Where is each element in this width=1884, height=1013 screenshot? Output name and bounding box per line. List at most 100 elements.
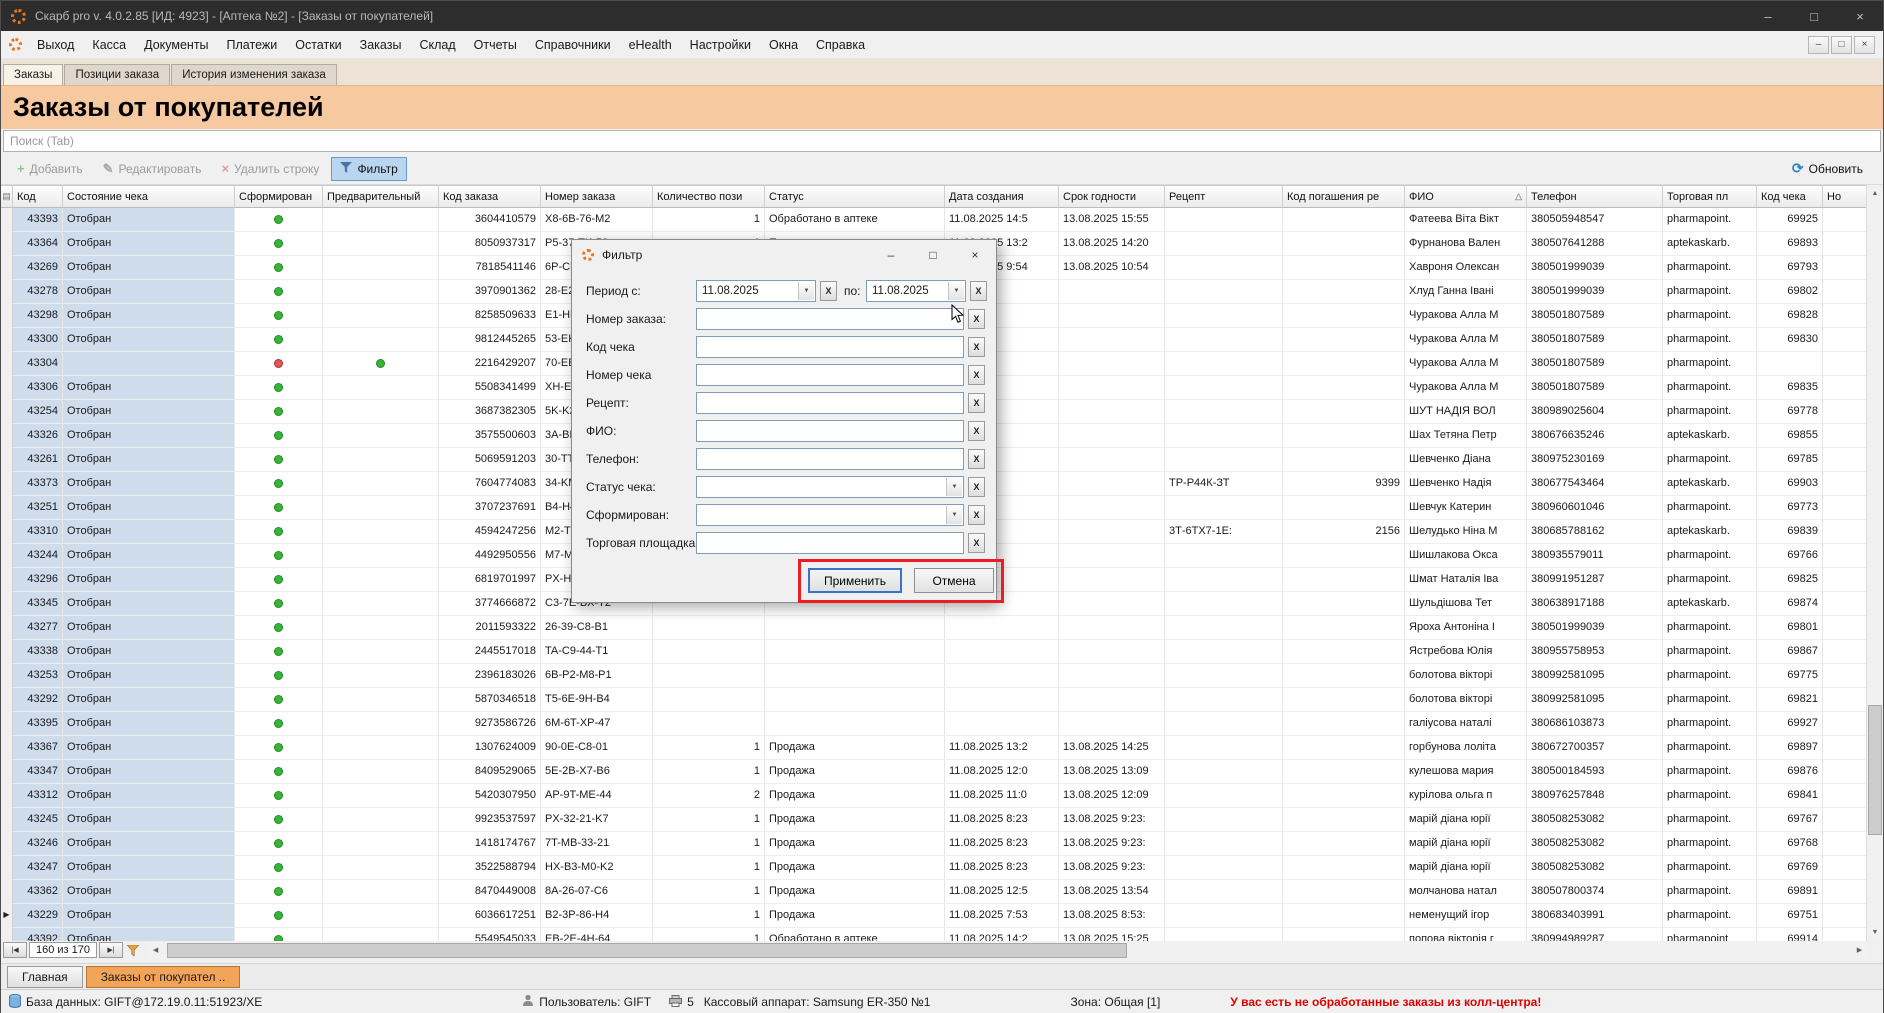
table-row[interactable]: 43312Отобран5420307950AP-9T-ME-442Продаж… (1, 784, 1868, 808)
column-header[interactable]: Торговая пл (1663, 186, 1757, 208)
column-header[interactable]: Статус (765, 186, 945, 208)
table-row[interactable]: 43292Отобран5870346518T5-6E-9H-B4болотов… (1, 688, 1868, 712)
header-corner[interactable]: ▤ (1, 186, 13, 208)
dropdown-arrow-icon[interactable]: ▼ (946, 478, 962, 496)
table-row[interactable]: 43347Отобран84095290655E-2B-X7-B61Продаж… (1, 760, 1868, 784)
clear-field-button[interactable]: X (968, 365, 985, 385)
filter-input[interactable] (696, 532, 964, 554)
column-header[interactable]: ФИО△ (1405, 186, 1527, 208)
dropdown-arrow-icon[interactable]: ▼ (948, 282, 964, 300)
horizontal-scrollbar-thumb[interactable] (167, 943, 1127, 958)
menu-item[interactable]: Справка (807, 31, 874, 59)
tab-order-positions[interactable]: Позиции заказа (64, 64, 170, 85)
vertical-scrollbar-thumb[interactable] (1868, 705, 1882, 835)
scroll-right-icon[interactable]: ▶ (1851, 942, 1868, 959)
bottom-tab-main[interactable]: Главная (7, 966, 83, 988)
last-page-button[interactable]: ▶| (99, 942, 123, 958)
period-from-input[interactable]: 11.08.2025 ▼ (696, 280, 816, 302)
column-header[interactable]: Код заказа (439, 186, 541, 208)
clear-field-button[interactable]: X (968, 477, 985, 497)
horizontal-scrollbar[interactable]: ◀ ▶ (147, 942, 1868, 959)
clear-field-button[interactable]: X (968, 421, 985, 441)
column-header[interactable]: Количество пози (653, 186, 765, 208)
tab-orders[interactable]: Заказы (3, 64, 63, 85)
column-header[interactable]: Дата создания (945, 186, 1059, 208)
table-row[interactable]: 43392Отобран5549545033EB-2E-4H-641Обрабо… (1, 928, 1868, 941)
menu-item[interactable]: Окна (760, 31, 807, 59)
column-header[interactable]: Рецепт (1165, 186, 1283, 208)
column-header[interactable]: Телефон (1527, 186, 1663, 208)
period-to-input[interactable]: 11.08.2025 ▼ (866, 280, 966, 302)
mdi-minimize-button[interactable]: – (1808, 36, 1829, 54)
filter-select[interactable]: ▼ (696, 504, 964, 526)
dropdown-arrow-icon[interactable]: ▼ (946, 506, 962, 524)
add-button[interactable]: + Добавить (9, 157, 91, 180)
filter-input[interactable] (696, 308, 964, 330)
clear-field-button[interactable]: X (968, 393, 985, 413)
column-header[interactable]: Предварительный (323, 186, 439, 208)
filter-button[interactable]: Фильтр (331, 157, 406, 181)
dropdown-arrow-icon[interactable]: ▼ (798, 282, 814, 300)
clear-field-button[interactable]: X (968, 505, 985, 525)
apply-button[interactable]: Применить (808, 568, 902, 593)
table-row[interactable]: 43362Отобран84704490088A-26-07-C61Продаж… (1, 880, 1868, 904)
column-header[interactable]: Номер заказа (541, 186, 653, 208)
refresh-button[interactable]: ⟳ Обновить (1784, 156, 1871, 181)
menu-item[interactable]: Заказы (351, 31, 411, 59)
first-page-button[interactable]: |◀ (3, 942, 27, 958)
column-header[interactable]: Но (1823, 186, 1868, 208)
maximize-button[interactable]: □ (1791, 1, 1837, 31)
menu-item[interactable]: Выход (28, 31, 83, 59)
column-header[interactable]: Код (13, 186, 63, 208)
scroll-down-icon[interactable]: ▼ (1867, 924, 1883, 941)
table-row[interactable]: 43246Отобран14181747677T-MB-33-211Продаж… (1, 832, 1868, 856)
table-row[interactable]: 43338Отобран2445517018TA-C9-44-T1Ястребо… (1, 640, 1868, 664)
menu-item[interactable]: Платежи (218, 31, 287, 59)
filter-active-icon[interactable] (127, 945, 139, 956)
table-row[interactable]: 43247Отобран3522588794HX-B3-M0-K21Продаж… (1, 856, 1868, 880)
table-row[interactable]: 43393Отобран3604410579X8-6B-76-M21Обрабо… (1, 208, 1868, 232)
column-header[interactable]: Сформирован (235, 186, 323, 208)
menu-item[interactable]: Касса (83, 31, 135, 59)
scroll-left-icon[interactable]: ◀ (147, 942, 164, 959)
cancel-button[interactable]: Отмена (914, 568, 994, 593)
vertical-scrollbar[interactable]: ▲ ▼ (1866, 185, 1883, 941)
menu-item[interactable]: Склад (410, 31, 464, 59)
menu-item[interactable]: Настройки (681, 31, 760, 59)
search-input[interactable]: Поиск (Tab) (3, 130, 1881, 152)
column-header[interactable]: Код погашения ре (1283, 186, 1405, 208)
mdi-restore-button[interactable]: □ (1831, 36, 1852, 54)
clear-period-from-button[interactable]: X (820, 281, 837, 301)
filter-input[interactable] (696, 420, 964, 442)
filter-input[interactable] (696, 392, 964, 414)
table-row[interactable]: 43277Отобран201159332226-39-C8-B1Яроха А… (1, 616, 1868, 640)
menu-item[interactable]: Отчеты (465, 31, 526, 59)
minimize-button[interactable]: – (1745, 1, 1791, 31)
clear-period-to-button[interactable]: X (970, 281, 987, 301)
scroll-up-icon[interactable]: ▲ (1867, 185, 1883, 202)
clear-field-button[interactable]: X (968, 337, 985, 357)
filter-input[interactable] (696, 364, 964, 386)
delete-row-button[interactable]: × Удалить строку (213, 157, 327, 180)
table-row[interactable]: 43395Отобран92735867266M-6T-XP-47галіусо… (1, 712, 1868, 736)
filter-input[interactable] (696, 448, 964, 470)
close-button[interactable]: × (1837, 1, 1883, 31)
clear-field-button[interactable]: X (968, 533, 985, 553)
filter-select[interactable]: ▼ (696, 476, 964, 498)
table-row[interactable]: 43253Отобран23961830266B-P2-M8-P1болотов… (1, 664, 1868, 688)
table-row[interactable]: 43245Отобран9923537597PX-32-21-K71Продаж… (1, 808, 1868, 832)
column-header[interactable]: Состояние чека (63, 186, 235, 208)
column-header[interactable]: Срок годности (1059, 186, 1165, 208)
clear-field-button[interactable]: X (968, 449, 985, 469)
table-row[interactable]: 43367Отобран130762400990-0E-C8-011Продаж… (1, 736, 1868, 760)
mdi-close-button[interactable]: × (1854, 36, 1875, 54)
edit-button[interactable]: ✎ Редактировать (95, 157, 210, 181)
filter-input[interactable] (696, 336, 964, 358)
menu-item[interactable]: Справочники (526, 31, 620, 59)
menu-item[interactable]: Остатки (286, 31, 350, 59)
table-row[interactable]: ▶43229Отобран6036617251B2-3P-86-H41Прода… (1, 904, 1868, 928)
clear-field-button[interactable]: X (968, 309, 985, 329)
column-header[interactable]: Код чека (1757, 186, 1823, 208)
menu-item[interactable]: Документы (135, 31, 217, 59)
tab-order-history[interactable]: История изменения заказа (171, 64, 337, 85)
